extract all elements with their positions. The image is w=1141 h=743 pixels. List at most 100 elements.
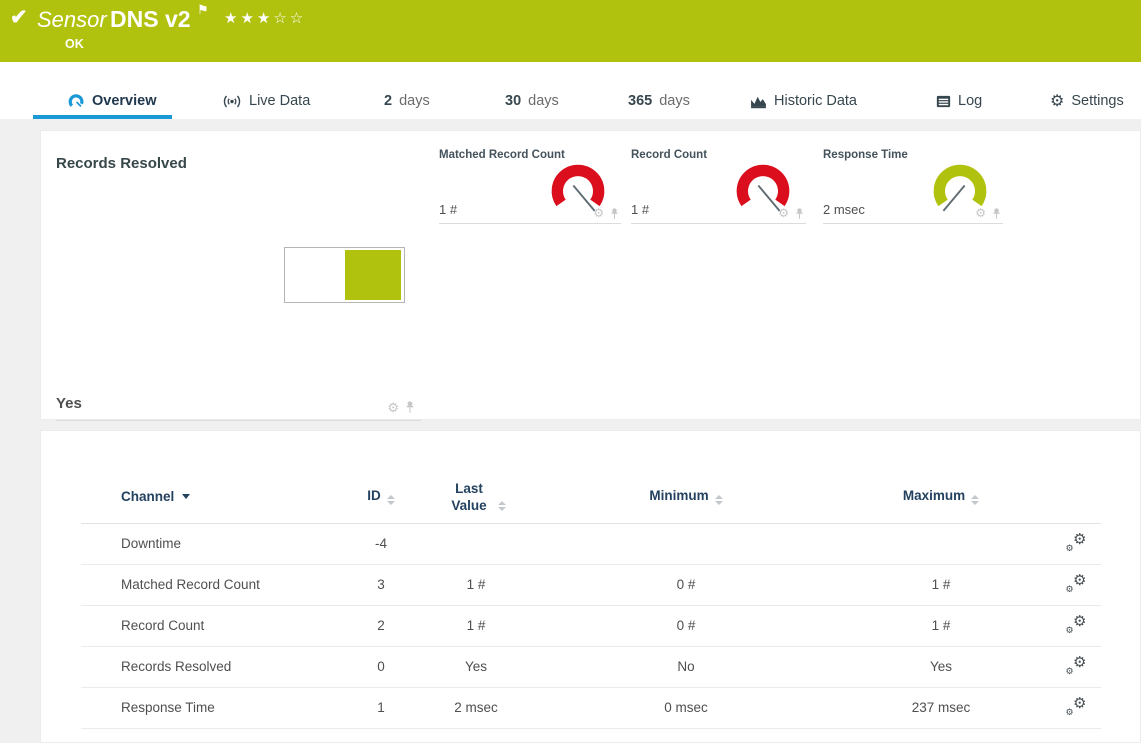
live-data-icon bbox=[222, 94, 242, 109]
area-chart-icon bbox=[750, 94, 767, 109]
channel-id-cell: 0 bbox=[351, 646, 411, 687]
tab-30-days-unit: days bbox=[528, 93, 559, 109]
sort-caret-down-icon bbox=[182, 494, 190, 499]
panel-gear-icon[interactable]: ⚙ bbox=[387, 401, 399, 414]
channel-name-cell: Matched Record Count bbox=[81, 564, 351, 605]
gauge-value: 2 msec bbox=[823, 202, 865, 217]
channel-table: Channel ID Last Value Minimum Maximum bbox=[81, 471, 1101, 729]
records-resolved-indicator bbox=[284, 247, 405, 303]
tab-bar: Overview Live Data 2 days 30 days 365 da… bbox=[0, 62, 1141, 119]
table-row: Downtime -4 ⚙⚙ bbox=[81, 523, 1101, 564]
tab-live-data-label: Live Data bbox=[249, 93, 310, 109]
gauge-title: Record Count bbox=[631, 149, 707, 161]
channel-minimum-cell bbox=[541, 523, 831, 564]
tab-365-days-unit: days bbox=[659, 93, 690, 109]
ok-check-icon: ✔ bbox=[10, 5, 28, 30]
column-header-minimum[interactable]: Minimum bbox=[541, 471, 831, 523]
table-row: Records Resolved 0 Yes No Yes ⚙⚙ bbox=[81, 646, 1101, 687]
flag-icon[interactable]: ⚑ bbox=[197, 2, 209, 18]
sort-arrows-icon bbox=[498, 501, 506, 511]
sensor-status-bar: ✔ Sensor DNS v2 ⚑ ★★★☆☆ OK bbox=[0, 0, 1141, 62]
channel-name-cell: Records Resolved bbox=[81, 646, 351, 687]
column-header-last-value[interactable]: Last Value bbox=[411, 471, 541, 523]
channel-maximum-cell: 237 msec bbox=[831, 687, 1051, 728]
sort-arrows-icon bbox=[387, 495, 395, 505]
pin-icon[interactable] bbox=[405, 401, 415, 414]
channel-settings-gears-icon[interactable]: ⚙⚙ bbox=[1066, 697, 1087, 716]
channel-last-value-cell: 1 # bbox=[411, 564, 541, 605]
table-row: Matched Record Count 3 1 # 0 # 1 # ⚙⚙ bbox=[81, 564, 1101, 605]
sort-arrows-icon bbox=[971, 495, 979, 505]
sort-arrows-icon bbox=[715, 495, 723, 505]
gauge-title: Response Time bbox=[823, 149, 908, 161]
gauge-icon bbox=[68, 93, 85, 110]
tab-settings[interactable]: ⚙ Settings bbox=[1050, 88, 1124, 114]
sensor-overview-page: ✔ Sensor DNS v2 ⚑ ★★★☆☆ OK Overview Live… bbox=[0, 0, 1141, 743]
channel-maximum-cell bbox=[831, 523, 1051, 564]
pin-icon[interactable] bbox=[992, 208, 1001, 220]
channel-last-value-cell: Yes bbox=[411, 646, 541, 687]
column-header-actions bbox=[1051, 471, 1101, 523]
panel-gear-icon[interactable]: ⚙ bbox=[975, 207, 986, 220]
table-row: Record Count 2 1 # 0 # 1 # ⚙⚙ bbox=[81, 605, 1101, 646]
tab-30-days-number: 30 bbox=[505, 93, 521, 109]
column-header-channel-label: Channel bbox=[121, 489, 174, 504]
channel-last-value-cell: 2 msec bbox=[411, 687, 541, 728]
channel-minimum-cell: 0 msec bbox=[541, 687, 831, 728]
channel-maximum-cell: 1 # bbox=[831, 605, 1051, 646]
tab-365-days[interactable]: 365 days bbox=[628, 88, 690, 114]
records-resolved-title: Records Resolved bbox=[56, 155, 187, 172]
channel-id-cell: 1 bbox=[351, 687, 411, 728]
panel-gear-icon[interactable]: ⚙ bbox=[593, 207, 604, 220]
tab-historic-data[interactable]: Historic Data bbox=[750, 88, 857, 114]
channel-name-cell: Downtime bbox=[81, 523, 351, 564]
gauge-panel-record-count: Record Count 1 # ⚙ bbox=[631, 145, 806, 224]
tab-log[interactable]: Log bbox=[936, 88, 982, 114]
tab-365-days-number: 365 bbox=[628, 93, 652, 109]
channel-id-cell: 2 bbox=[351, 605, 411, 646]
priority-stars[interactable]: ★★★☆☆ bbox=[224, 9, 306, 27]
active-tab-underline bbox=[33, 115, 172, 119]
channel-actions-cell: ⚙⚙ bbox=[1051, 564, 1101, 605]
column-header-id[interactable]: ID bbox=[351, 471, 411, 523]
pin-icon[interactable] bbox=[610, 208, 619, 220]
channel-settings-gears-icon[interactable]: ⚙⚙ bbox=[1066, 574, 1087, 593]
gauge-title: Matched Record Count bbox=[439, 149, 565, 161]
tab-2-days-number: 2 bbox=[384, 93, 392, 109]
channel-last-value-cell: 1 # bbox=[411, 605, 541, 646]
sensor-name: DNS v2 bbox=[110, 6, 191, 33]
tab-live-data[interactable]: Live Data bbox=[222, 88, 310, 114]
panel-gear-icon[interactable]: ⚙ bbox=[778, 207, 789, 220]
gear-icon: ⚙ bbox=[1050, 91, 1064, 111]
tab-30-days[interactable]: 30 days bbox=[505, 88, 559, 114]
channel-actions-cell: ⚙⚙ bbox=[1051, 605, 1101, 646]
channel-actions-cell: ⚙⚙ bbox=[1051, 687, 1101, 728]
channel-table-header: Channel ID Last Value Minimum Maximum bbox=[81, 471, 1101, 523]
sensor-type-label: Sensor bbox=[37, 7, 107, 33]
tab-log-label: Log bbox=[958, 93, 982, 109]
channel-actions-cell: ⚙⚙ bbox=[1051, 523, 1101, 564]
channel-minimum-cell: 0 # bbox=[541, 564, 831, 605]
channel-settings-gears-icon[interactable]: ⚙⚙ bbox=[1066, 656, 1087, 675]
records-resolved-value: Yes bbox=[56, 395, 82, 412]
sensor-status-text: OK bbox=[65, 37, 84, 51]
channel-settings-gears-icon[interactable]: ⚙⚙ bbox=[1066, 533, 1087, 552]
channel-maximum-cell: 1 # bbox=[831, 564, 1051, 605]
gauge-value: 1 # bbox=[439, 202, 457, 217]
channel-settings-gears-icon[interactable]: ⚙⚙ bbox=[1066, 615, 1087, 634]
column-header-channel[interactable]: Channel bbox=[81, 471, 351, 523]
channel-maximum-cell: Yes bbox=[831, 646, 1051, 687]
channel-table-body: Downtime -4 ⚙⚙ Matched Record Count 3 1 … bbox=[81, 523, 1101, 728]
column-header-minimum-label: Minimum bbox=[649, 488, 708, 503]
tab-overview-label: Overview bbox=[92, 93, 157, 109]
tab-overview[interactable]: Overview bbox=[68, 88, 157, 114]
channel-minimum-cell: 0 # bbox=[541, 605, 831, 646]
channel-actions-cell: ⚙⚙ bbox=[1051, 646, 1101, 687]
column-header-maximum-label: Maximum bbox=[903, 488, 965, 503]
table-row: Response Time 1 2 msec 0 msec 237 msec ⚙… bbox=[81, 687, 1101, 728]
pin-icon[interactable] bbox=[795, 208, 804, 220]
channel-last-value-cell bbox=[411, 523, 541, 564]
tab-2-days[interactable]: 2 days bbox=[384, 88, 430, 114]
column-header-id-label: ID bbox=[367, 488, 381, 503]
column-header-maximum[interactable]: Maximum bbox=[831, 471, 1051, 523]
